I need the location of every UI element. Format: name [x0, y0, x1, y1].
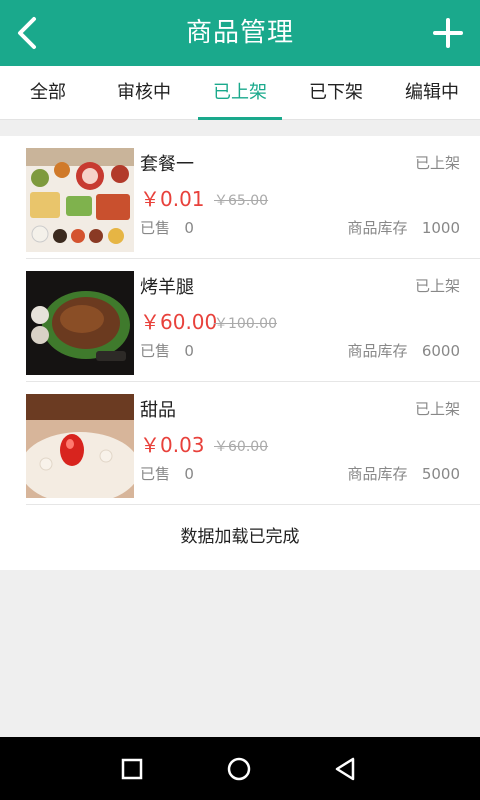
stock-value: 5000 — [421, 465, 460, 483]
system-nav-bar — [0, 737, 480, 800]
product-image-dessert — [26, 394, 134, 498]
square-icon[interactable] — [117, 754, 147, 784]
sold-value: 0 — [184, 219, 194, 237]
list-footer: 数据加载已完成 — [180, 527, 300, 547]
product-name: 套餐一 — [140, 154, 194, 175]
status-tabs: 全部 审核中 已上架 已下架 编辑中 — [0, 66, 480, 120]
page-title: 商品管理 — [185, 18, 294, 48]
app-header: 商品管理 — [0, 0, 480, 66]
sold-count: 已售 0 — [140, 217, 194, 238]
tab-off-shelf[interactable]: 已下架 — [288, 66, 384, 120]
stock-count: 商品库存 5000 — [347, 463, 460, 484]
stock-label: 商品库存 — [347, 219, 408, 237]
sold-label: 已售 — [140, 219, 171, 237]
product-name: 烤羊腿 — [140, 277, 194, 298]
stock-value: 6000 — [421, 342, 460, 360]
status-badge: 已上架 — [414, 400, 460, 418]
sold-value: 0 — [184, 465, 194, 483]
section-gap — [0, 121, 480, 136]
original-price: ￥60.00 — [214, 439, 269, 455]
tab-editing[interactable]: 编辑中 — [384, 66, 480, 120]
tab-all[interactable]: 全部 — [0, 66, 96, 120]
status-badge: 已上架 — [414, 277, 460, 295]
product-price: ￥60.00 — [140, 310, 218, 334]
product-name: 甜品 — [140, 400, 176, 421]
product-item[interactable]: 套餐一 已上架 ￥0.01 ￥65.00 已售 0 商品库存 1000 — [26, 136, 480, 259]
sold-value: 0 — [184, 342, 194, 360]
sold-count: 已售 0 — [140, 340, 194, 361]
stock-value: 1000 — [421, 219, 460, 237]
tab-on-shelf[interactable]: 已上架 — [192, 66, 288, 120]
product-image-set-meal — [26, 148, 134, 252]
plus-icon[interactable] — [430, 14, 466, 52]
tab-under-review[interactable]: 审核中 — [96, 66, 192, 120]
triangle-back-icon[interactable] — [331, 754, 361, 784]
stock-count: 商品库存 1000 — [347, 217, 460, 238]
sold-count: 已售 0 — [140, 463, 194, 484]
product-image-roast-lamb-leg — [26, 271, 134, 375]
product-item[interactable]: 烤羊腿 已上架 ￥60.00 ￥100.00 已售 0 商品库存 6000 — [26, 259, 480, 382]
product-price: ￥0.03 — [140, 433, 205, 457]
original-price: ￥65.00 — [214, 193, 269, 209]
sold-label: 已售 — [140, 465, 171, 483]
product-list: 套餐一 已上架 ￥0.01 ￥65.00 已售 0 商品库存 1000 烤羊腿 … — [0, 136, 480, 570]
product-item[interactable]: 甜品 已上架 ￥0.03 ￥60.00 已售 0 商品库存 5000 — [26, 382, 480, 505]
stock-label: 商品库存 — [347, 465, 408, 483]
sold-label: 已售 — [140, 342, 171, 360]
original-price: ￥100.00 — [214, 316, 277, 332]
status-badge: 已上架 — [414, 154, 460, 172]
circle-icon[interactable] — [224, 754, 254, 784]
stock-count: 商品库存 6000 — [347, 340, 460, 361]
stock-label: 商品库存 — [347, 342, 408, 360]
product-price: ￥0.01 — [140, 187, 205, 211]
